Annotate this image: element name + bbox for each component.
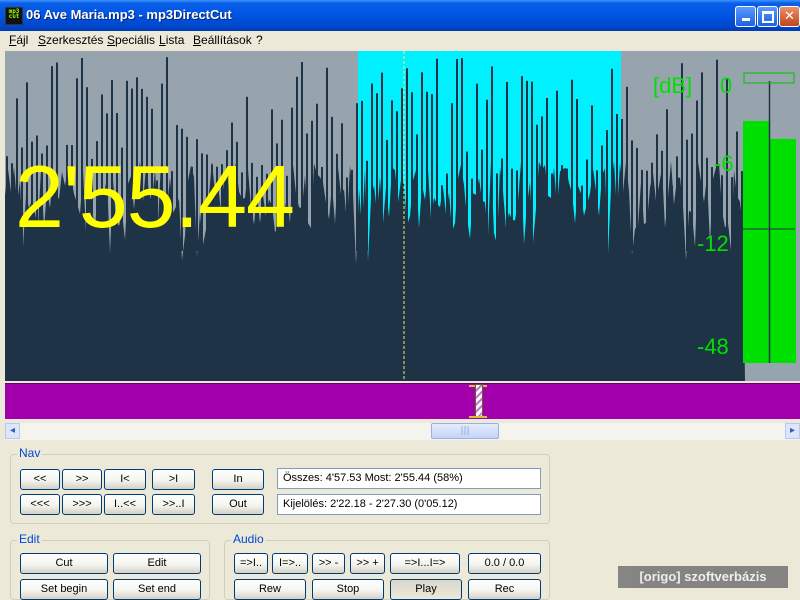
play-selection-button[interactable]: =>I...I=> [390, 553, 460, 574]
selection-info: Kijelölés: 2'22.18 - 2'27.30 (0'05.12) [277, 494, 541, 515]
scroll-thumb[interactable]: ||| [431, 423, 499, 439]
grip-icon: ||| [460, 426, 470, 436]
edit-group-label: Edit [17, 532, 42, 546]
horizontal-scrollbar[interactable]: ◂ ||| ▸ [5, 423, 800, 440]
speed-up-button[interactable]: >> + [350, 553, 385, 574]
rewind-button[interactable]: Rew [234, 579, 306, 600]
nav-rewind-button[interactable]: << [20, 469, 60, 490]
db-label-48: -48 [697, 334, 729, 359]
db-label-12: -12 [697, 231, 729, 256]
position-handle-bottom [469, 416, 487, 418]
chevron-right-icon: ▸ [789, 425, 796, 436]
record-button[interactable]: Rec [468, 579, 541, 600]
menu-special[interactable]: Speciális [107, 33, 155, 47]
overview-bar[interactable] [5, 383, 800, 419]
db-unit-label: [dB] [653, 73, 693, 98]
waveform-display[interactable]: 2'55.44 [dB] 0 -6 -12 -48 [5, 51, 800, 381]
nav-fast-forward-button[interactable]: >>> [62, 494, 102, 515]
play-button[interactable]: Play [390, 579, 462, 600]
skip-to-cut-button[interactable]: =>I.. [234, 553, 268, 574]
play-from-cut-button[interactable]: I=>.. [272, 553, 308, 574]
position-info: Összes: 4'57.53 Most: 2'55.44 (58%) [277, 468, 541, 489]
set-in-button[interactable]: In [212, 469, 264, 490]
nav-group-label: Nav [17, 446, 43, 460]
speed-down-button[interactable]: >> - [312, 553, 345, 574]
app-icon-text: mp3 cut [8, 8, 20, 20]
chevron-left-icon: ◂ [9, 425, 16, 436]
maximize-button[interactable] [757, 6, 778, 27]
audio-group-label: Audio [231, 532, 266, 546]
nav-jump-end-button[interactable]: >>..I [152, 494, 195, 515]
scroll-right-button[interactable]: ▸ [785, 423, 800, 439]
nav-group: Nav << >> I< >I <<< >>> I..<< >>..I In O… [10, 446, 550, 524]
db-label-6: -6 [714, 151, 734, 176]
title-bar: mp3 cut 06 Ave Maria.mp3 - mp3DirectCut … [0, 0, 800, 31]
app-icon[interactable]: mp3 cut [5, 7, 23, 25]
level-meter-right [770, 139, 796, 363]
close-button[interactable]: ✕ [779, 6, 800, 27]
menu-help[interactable]: ? [256, 33, 263, 47]
audio-group: Audio =>I.. I=>.. >> - >> + =>I...I=> 0.… [224, 532, 550, 600]
nav-to-end-button[interactable]: >I [152, 469, 195, 490]
gain-display-button[interactable]: 0.0 / 0.0 [468, 553, 541, 574]
set-begin-button[interactable]: Set begin [20, 579, 108, 600]
position-handle[interactable] [475, 384, 483, 418]
set-out-button[interactable]: Out [212, 494, 264, 515]
scroll-left-button[interactable]: ◂ [5, 423, 20, 439]
minimize-icon [741, 18, 750, 21]
menu-file[interactable]: Fájl [9, 33, 28, 47]
set-end-button[interactable]: Set end [113, 579, 201, 600]
menu-edit[interactable]: Szerkesztés [38, 33, 103, 47]
nav-fast-rewind-button[interactable]: <<< [20, 494, 60, 515]
minimize-button[interactable] [735, 6, 756, 27]
nav-to-start-button[interactable]: I< [104, 469, 146, 490]
nav-jump-start-button[interactable]: I..<< [104, 494, 146, 515]
edit-group: Edit Cut Edit Set begin Set end [10, 532, 210, 600]
level-meter-left [743, 121, 769, 363]
maximize-icon [761, 11, 774, 23]
close-icon: ✕ [784, 9, 795, 24]
time-display: 2'55.44 [15, 147, 295, 246]
menu-bar: Fájl Szerkesztés Speciális Lista Beállít… [0, 31, 800, 50]
stop-button[interactable]: Stop [312, 579, 384, 600]
watermark: [origo] szoftverbázis [618, 566, 788, 588]
db-label-0: 0 [720, 73, 733, 98]
nav-forward-button[interactable]: >> [62, 469, 102, 490]
cut-button[interactable]: Cut [20, 553, 108, 574]
menu-settings[interactable]: Beállítások [193, 33, 252, 47]
edit-button[interactable]: Edit [113, 553, 201, 574]
menu-list[interactable]: Lista [159, 33, 184, 47]
window-title: 06 Ave Maria.mp3 - mp3DirectCut [26, 7, 232, 22]
